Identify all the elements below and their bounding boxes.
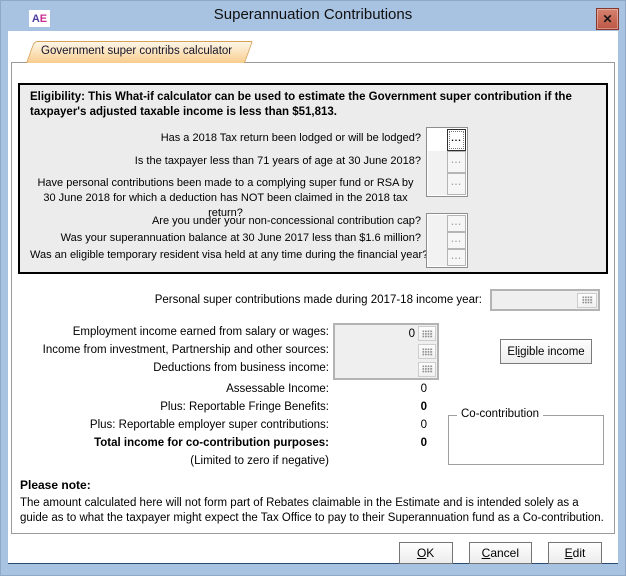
grid-icon: [422, 365, 433, 373]
summary-label: Plus: Reportable Fringe Benefits:: [12, 398, 333, 416]
ellipsis-button: ...: [447, 232, 466, 249]
grid-icon: [422, 348, 433, 356]
question-group-1: Has a 2018 Tax return been lodged or wil…: [30, 127, 596, 207]
question-labels: Are you under your non-concessional cont…: [30, 213, 426, 268]
summary-row: Assessable Income: 0: [12, 380, 614, 398]
question-row: ...: [428, 249, 466, 266]
summary-value: 0: [333, 380, 427, 398]
question-controls: ... ... ...: [426, 213, 468, 268]
cancel-button[interactable]: Cancel: [469, 542, 532, 564]
question-row: ...: [428, 129, 466, 151]
grid-button: [418, 344, 436, 359]
grid-button: [418, 326, 436, 341]
question-row: ...: [428, 215, 466, 232]
summary-label: Total income for co-contribution purpose…: [12, 434, 333, 452]
income-field-row: [335, 343, 437, 361]
ellipsis-button: ...: [447, 249, 466, 266]
ellipsis-button: ...: [447, 151, 466, 173]
answer-field: [428, 232, 447, 249]
answer-field[interactable]: [428, 129, 447, 151]
note-section: Please note: The amount calculated here …: [20, 478, 606, 526]
personal-super-row: Personal super contributions made during…: [12, 289, 600, 311]
title-bar: A E Superannuation Contributions ✕: [1, 1, 625, 31]
question-label: Is the taxpayer less than 71 years of ag…: [30, 150, 421, 173]
cancel-label: Cancel: [482, 546, 519, 560]
grid-icon: [582, 296, 593, 304]
personal-super-label: Personal super contributions made during…: [12, 294, 490, 306]
summary-label: Assessable Income:: [12, 380, 333, 398]
personal-super-field: [490, 289, 600, 311]
question-label: Have personal contributions been made to…: [30, 173, 421, 207]
income-value: 0: [335, 328, 418, 340]
ok-label: OK: [417, 546, 434, 560]
note-body: The amount calculated here will not form…: [20, 496, 606, 526]
question-labels: Has a 2018 Tax return been lodged or wil…: [30, 127, 426, 207]
eligible-income-label: Eligible income: [507, 346, 584, 358]
question-group-2: Are you under your non-concessional cont…: [30, 213, 596, 268]
income-fields-group: 0: [333, 323, 439, 380]
question-controls: ... ... ...: [426, 127, 468, 197]
income-field-row: 0: [335, 325, 437, 343]
question-row: ...: [428, 232, 466, 249]
tab-label: Government super contribs calculator: [41, 45, 232, 57]
footer-buttons: OK Cancel Edit: [399, 542, 602, 564]
tab-strip: Government super contribs calculator: [11, 41, 246, 63]
ellipsis-button: ...: [447, 215, 466, 232]
co-contribution-groupbox: Co-contribution: [448, 415, 604, 465]
ellipsis-button[interactable]: ...: [447, 129, 466, 151]
question-row: ...: [428, 151, 466, 173]
answer-field: [428, 215, 447, 232]
income-label: Deductions from business income:: [12, 359, 329, 377]
income-field-row: [335, 360, 437, 378]
grid-icon: [422, 330, 433, 338]
co-contribution-legend: Co-contribution: [457, 408, 543, 420]
close-icon: ✕: [602, 12, 612, 26]
income-label: Employment income earned from salary or …: [12, 323, 329, 341]
close-button[interactable]: ✕: [596, 8, 619, 30]
summary-value: 0: [333, 434, 427, 452]
window-title: Superannuation Contributions: [1, 6, 625, 23]
ok-button[interactable]: OK: [399, 542, 453, 564]
question-label: Are you under your non-concessional cont…: [30, 213, 421, 230]
grid-button: [418, 362, 436, 377]
summary-value: 0: [333, 416, 427, 434]
tab-government-super-contribs-calculator[interactable]: Government super contribs calculator: [29, 41, 246, 63]
answer-field: [428, 151, 447, 173]
summary-value: 0: [333, 398, 427, 416]
question-row: ...: [428, 173, 466, 195]
dialog-body: Government super contribs calculator Eli…: [8, 31, 618, 564]
edit-label: Edit: [565, 546, 586, 560]
answer-field: [428, 173, 447, 195]
summary-label: Plus: Reportable employer super contribu…: [12, 416, 333, 434]
eligibility-text: Eligibility: This What-if calculator can…: [30, 90, 596, 120]
ellipsis-button: ...: [447, 173, 466, 195]
question-label: Has a 2018 Tax return been lodged or wil…: [30, 127, 421, 150]
income-label: Income from investment, Partnership and …: [12, 341, 329, 359]
limited-note: (Limited to zero if negative): [12, 452, 333, 470]
calculator-page: Eligibility: This What-if calculator can…: [11, 62, 615, 534]
grid-button: [577, 293, 597, 308]
eligible-income-button[interactable]: Eligible income: [500, 339, 592, 364]
superannuation-contributions-dialog: A E Superannuation Contributions ✕ Gover…: [0, 0, 626, 576]
note-heading: Please note:: [20, 478, 606, 492]
income-labels: Employment income earned from salary or …: [12, 323, 333, 380]
edit-button[interactable]: Edit: [548, 542, 602, 564]
question-label: Was an eligible temporary resident visa …: [30, 247, 421, 264]
eligibility-box: Eligibility: This What-if calculator can…: [18, 83, 608, 274]
answer-field: [428, 249, 447, 266]
question-label: Was your superannuation balance at 30 Ju…: [30, 230, 421, 247]
